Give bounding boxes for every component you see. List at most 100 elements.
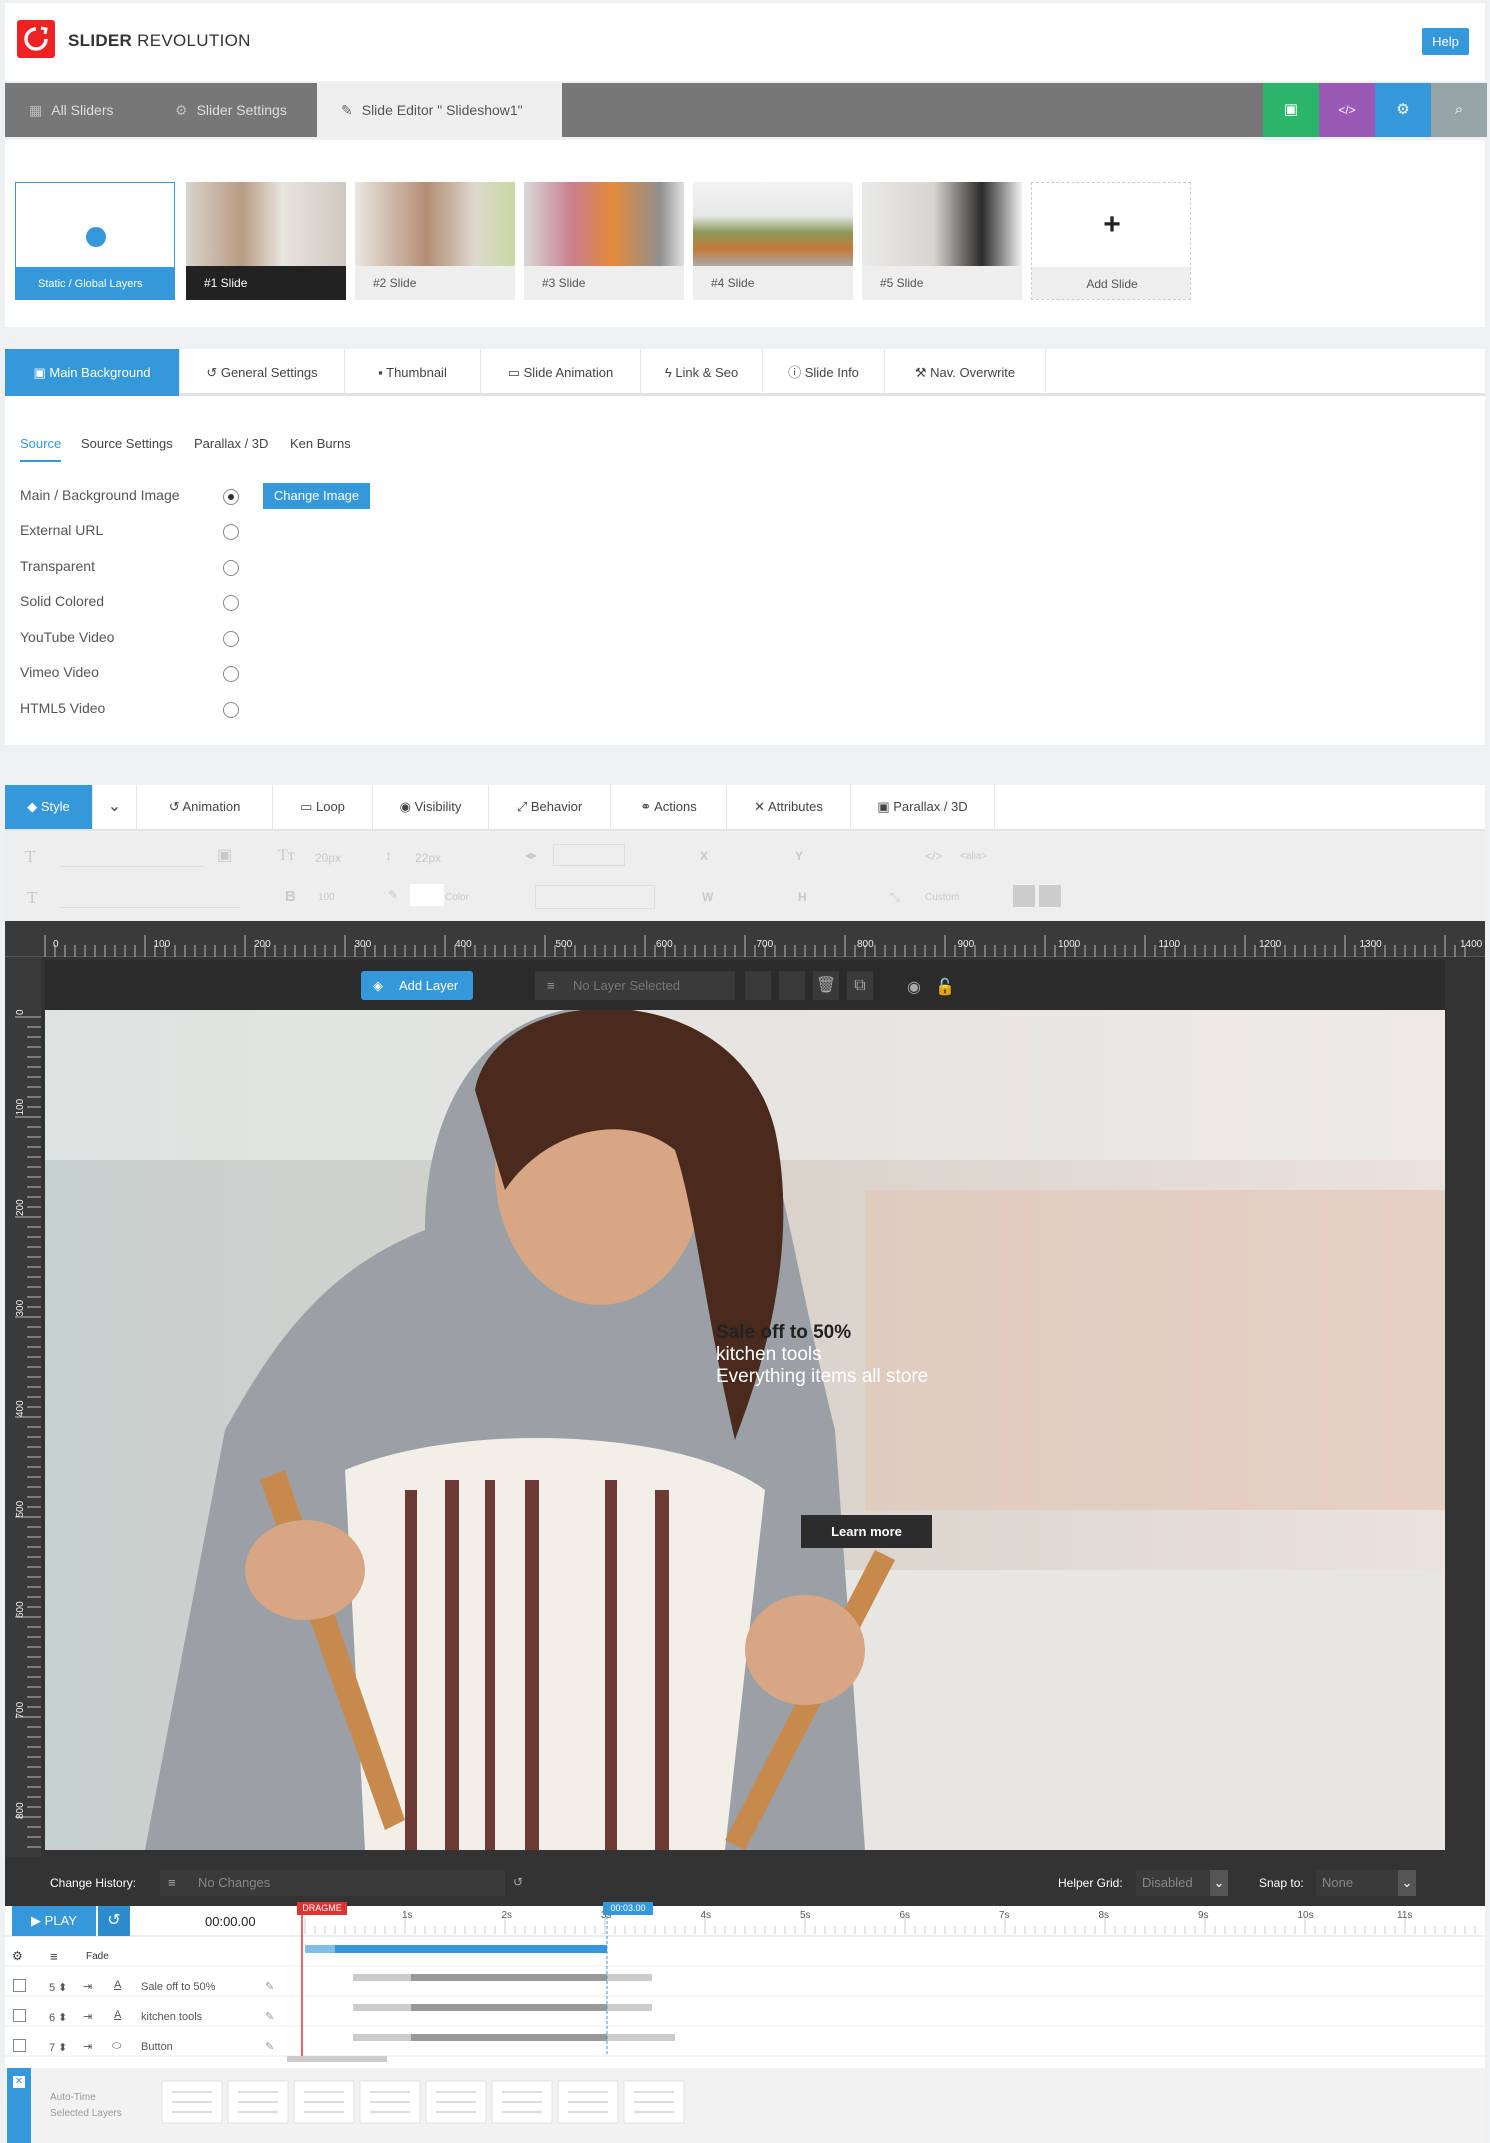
slide-5[interactable]: #5 Slide [862,182,1022,300]
tab-behavior[interactable]: ⤢ Behavior [489,785,611,829]
timeline-layer-label[interactable]: kitchen tools [141,2011,202,2023]
edit-icon[interactable]: ✎ [265,2040,274,2053]
tab-parallax-3d[interactable]: ▣ Parallax / 3D [851,785,995,829]
tab-all-sliders[interactable]: ▦ All Sliders [5,83,151,137]
snap-to-select[interactable]: None ⌄ [1316,1870,1416,1896]
style-dropdown[interactable]: ⌄ [93,785,137,829]
radio-transparent[interactable] [223,560,239,576]
font-family-select[interactable] [60,843,205,867]
radio-html5[interactable] [223,702,239,718]
layer-checkbox[interactable] [13,1979,26,1992]
line-height-input[interactable]: 22px [415,851,441,865]
layer-select[interactable]: ≡ No Layer Selected [535,971,735,1000]
tab-actions[interactable]: ⚭ Actions [611,785,727,829]
alias-input[interactable]: <alia> [960,851,987,862]
subtab-source[interactable]: Source [20,436,62,462]
learn-more-button-layer[interactable]: Learn more [801,1515,932,1548]
layer-out-bar[interactable] [607,2004,652,2011]
edit-icon[interactable]: ✎ [265,2010,274,2023]
gear-icon[interactable]: ⚙ [12,1949,23,1963]
eye-icon[interactable]: ◉ [907,977,921,997]
timeline-layer-label[interactable]: Sale off to 50% [141,1981,215,1993]
fade-label: Fade [86,1951,109,1962]
link-toggle[interactable] [1039,885,1061,907]
timeline-scrollbar[interactable] [287,2056,387,2062]
subtab-source-settings[interactable]: Source Settings [81,436,173,451]
tab-attributes[interactable]: ✕ Attributes [727,785,851,829]
play-button[interactable]: ▶ PLAY [12,1906,96,1936]
radio-youtube[interactable] [223,631,239,647]
autotime-toggle[interactable]: ✕ [7,2068,31,2143]
layer-checkbox[interactable] [13,2009,26,2022]
slide-transition-bar[interactable] [305,1945,607,1953]
tab-thumbnail[interactable]: ▪ Thumbnail [345,349,481,396]
slide-static-global[interactable]: Static / Global Layers [15,182,175,300]
tab-general-settings[interactable]: ↺ General Settings [180,349,345,396]
tab-slide-info[interactable]: ⓘ Slide Info [763,349,885,396]
add-slide-button[interactable]: + Add Slide [1031,182,1191,300]
layer-action-button[interactable] [779,971,805,1000]
text-layer-group[interactable]: Sale off to 50% kitchen tools Everything… [716,1322,928,1388]
radio-vimeo[interactable] [223,666,239,682]
slide-1[interactable]: #1 Slide [186,182,346,300]
code-button[interactable]: </> [1319,83,1375,137]
font-weight-select[interactable]: 100 [318,892,335,903]
layer-stay-bar[interactable] [411,1974,607,1981]
layer-checkbox[interactable] [13,2039,26,2052]
dragme-marker[interactable]: DRAGME [297,1902,347,1915]
trash-icon[interactable]: 🗑 [813,971,839,1000]
help-button[interactable]: Help [1422,28,1469,55]
subtab-ken-burns[interactable]: Ken Burns [290,436,351,451]
layer-out-bar[interactable] [607,1974,652,1981]
radio-external-url[interactable] [223,524,239,540]
list-icon[interactable]: ≡ [50,1949,58,1964]
layer-action-button[interactable] [745,971,771,1000]
change-history-select[interactable]: ≡ No Changes [160,1870,505,1896]
radio-solid-colored[interactable] [223,595,239,611]
font-select[interactable] [60,884,240,908]
time-marker[interactable]: 00:03.00 [603,1902,653,1915]
lock-icon[interactable]: 🔓 [935,977,955,997]
layer-stay-bar[interactable] [411,2004,607,2011]
text-layer-kitchen[interactable]: kitchen tools [716,1344,928,1366]
undo-icon[interactable]: ↺ [513,1875,523,1889]
subtab-parallax[interactable]: Parallax / 3D [194,436,268,451]
tab-style[interactable]: ◆ Style [5,785,93,829]
tab-nav-overwrite[interactable]: ⚒ Nav. Overwrite [885,349,1046,396]
tab-slider-settings[interactable]: ⚙ Slider Settings [151,83,317,137]
save-button[interactable]: ▣ [1263,83,1319,137]
duplicate-icon[interactable]: ⧉ [847,971,873,1000]
layer-stay-bar[interactable] [411,2034,607,2041]
tab-visibility[interactable]: ◉ Visibility [373,785,489,829]
change-image-button[interactable]: Change Image [263,483,370,509]
paragraph-toggle[interactable] [1013,885,1035,907]
vertical-align-buttons[interactable] [535,885,655,909]
tab-animation[interactable]: ↺ Animation [137,785,273,829]
layer-in-bar[interactable] [353,1974,411,1981]
font-size-input[interactable]: 20px [315,851,341,865]
edit-icon[interactable]: ✎ [265,1980,274,1993]
custom-select[interactable]: Custom [925,892,959,903]
tab-slide-animation[interactable]: ▭ Slide Animation [481,349,641,396]
tab-loop[interactable]: ▭ Loop [273,785,373,829]
history-icon[interactable]: ↺ [98,1906,130,1936]
slide-2[interactable]: #2 Slide [355,182,515,300]
add-layer-button[interactable]: ◈ Add Layer [361,971,473,1000]
layer-out-bar[interactable] [607,2034,675,2041]
settings-button[interactable]: ⚙ [1375,83,1431,137]
timeline-layer-label[interactable]: Button [141,2041,173,2053]
helper-grid-select[interactable]: Disabled ⌄ [1136,1870,1228,1896]
tab-slide-editor[interactable]: ✎ Slide Editor " Slideshow1" [317,83,562,137]
search-button[interactable]: ⌕ [1431,83,1487,137]
layer-in-bar[interactable] [353,2034,411,2041]
tab-link-seo[interactable]: ϟ Link & Seo [641,349,763,396]
slide-4[interactable]: #4 Slide [693,182,853,300]
slide-3[interactable]: #3 Slide [524,182,684,300]
text-layer-everything[interactable]: Everything items all store [716,1366,928,1388]
tab-main-background[interactable]: ▣ Main Background [5,349,180,396]
color-swatch[interactable] [410,884,444,906]
text-layer-sale[interactable]: Sale off to 50% [716,1322,928,1344]
radio-main-image[interactable] [223,489,239,505]
align-buttons[interactable] [553,844,625,866]
layer-in-bar[interactable] [353,2004,411,2011]
